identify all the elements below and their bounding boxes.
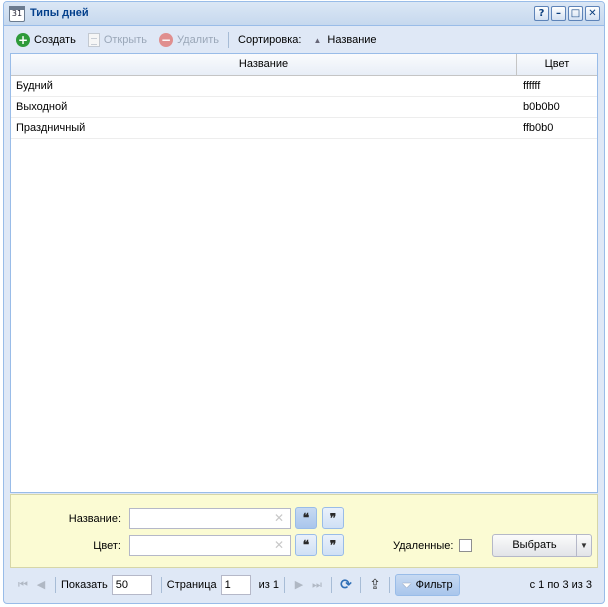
window-titlebar[interactable]: 31 Типы дней ? – □ ✕ (4, 2, 604, 26)
maximize-icon[interactable]: □ (568, 6, 583, 21)
delete-button[interactable]: − Удалить (153, 29, 225, 51)
deleted-label: Удаленные: (393, 540, 454, 552)
minimize-icon[interactable]: – (551, 6, 566, 21)
cell-name: Выходной (16, 101, 68, 113)
contains-match-button[interactable]: ❞ (322, 507, 344, 529)
sort-label: Сортировка: (232, 29, 307, 51)
cell-name: Будний (16, 80, 53, 92)
minus-icon: − (159, 33, 174, 47)
days-grid: Название Цвет Будний ffffff Выходной b0b… (10, 53, 598, 493)
filter-button-label: Фильтр (415, 579, 453, 591)
pager-separator (55, 577, 56, 593)
column-header-color[interactable]: Цвет (517, 54, 597, 75)
window-title: Типы дней (30, 7, 89, 19)
cell-color: ffffff (523, 80, 541, 92)
window-tools: ? – □ ✕ (534, 6, 600, 21)
clear-icon[interactable]: ✕ (274, 538, 284, 552)
sort-label-text: Сортировка: (238, 34, 302, 46)
toolbar: + Создать Открыть − Удалить Сортировка: … (4, 27, 604, 53)
pager-separator (331, 577, 332, 593)
pager-separator (284, 577, 285, 593)
column-header-name[interactable]: Название (11, 54, 517, 75)
last-page-icon[interactable]: ⏭ (308, 576, 326, 594)
sort-asc-icon: ▲ (313, 35, 322, 45)
page-total-label: из 1 (258, 579, 279, 591)
paging-toolbar: ⏮ ◀ Показать 50 Страница 1 из 1 ▶ ⏭ ⟳ ⇪ … (10, 570, 598, 600)
chevron-down-icon[interactable]: ▼ (577, 535, 591, 556)
toolbar-separator (228, 32, 230, 48)
pager-separator (360, 577, 361, 593)
name-filter-label: Название: (68, 513, 121, 525)
export-icon[interactable]: ⇪ (366, 576, 384, 594)
types-of-days-window: 31 Типы дней ? – □ ✕ + Создать Открыть −… (3, 1, 605, 604)
open-label: Открыть (103, 34, 148, 46)
page-label: Страница (166, 579, 217, 591)
help-icon[interactable]: ? (534, 6, 549, 21)
sort-field-button[interactable]: ▲ Название (307, 29, 382, 51)
table-row[interactable]: Будний ffffff (11, 76, 597, 97)
sort-field-label: Название (327, 34, 377, 46)
select-split-button[interactable]: Выбрать ▼ (492, 534, 592, 557)
document-icon (87, 33, 100, 47)
filter-panel: Название: ✕ ❝ ❞ Цвет: ✕ ❝ ❞ Удаленные: В… (10, 494, 598, 568)
pager-info: с 1 по 3 из 3 (529, 579, 592, 591)
color-filter-input[interactable]: ✕ (129, 535, 291, 556)
clear-icon[interactable]: ✕ (274, 511, 284, 525)
create-label: Создать (34, 34, 76, 46)
exact-match-button[interactable]: ❝ (295, 507, 317, 529)
close-icon[interactable]: ✕ (585, 6, 600, 21)
table-row[interactable]: Выходной b0b0b0 (11, 97, 597, 118)
delete-label: Удалить (177, 34, 220, 46)
cell-color: b0b0b0 (523, 101, 560, 113)
pager-separator (160, 577, 162, 593)
page-size-input[interactable]: 50 (111, 575, 152, 595)
filter-toggle-button[interactable]: ⏷ Фильтр (395, 574, 460, 596)
cell-name: Праздничный (16, 122, 86, 134)
open-button[interactable]: Открыть (82, 29, 153, 51)
refresh-icon[interactable]: ⟳ (337, 576, 355, 594)
deleted-checkbox[interactable] (459, 539, 472, 552)
grid-header: Название Цвет (11, 54, 597, 76)
exact-match-button[interactable]: ❝ (295, 534, 317, 556)
first-page-icon[interactable]: ⏮ (14, 576, 32, 594)
page-number-input[interactable]: 1 (220, 575, 251, 595)
name-filter-input[interactable]: ✕ (129, 508, 291, 529)
plus-icon: + (16, 33, 30, 47)
color-filter-label: Цвет: (93, 540, 121, 552)
page-size-label: Показать (61, 579, 108, 591)
create-button[interactable]: + Создать (10, 29, 82, 51)
cell-color: ffb0b0 (523, 122, 554, 134)
next-page-icon[interactable]: ▶ (290, 576, 308, 594)
prev-page-icon[interactable]: ◀ (32, 576, 50, 594)
table-row[interactable]: Праздничный ffb0b0 (11, 118, 597, 139)
contains-match-button[interactable]: ❞ (322, 534, 344, 556)
calendar-icon-day: 31 (11, 9, 23, 18)
pager-separator (389, 577, 390, 593)
select-button[interactable]: Выбрать (493, 535, 577, 556)
calendar-icon: 31 (9, 6, 25, 22)
funnel-icon: ⏷ (402, 577, 412, 592)
